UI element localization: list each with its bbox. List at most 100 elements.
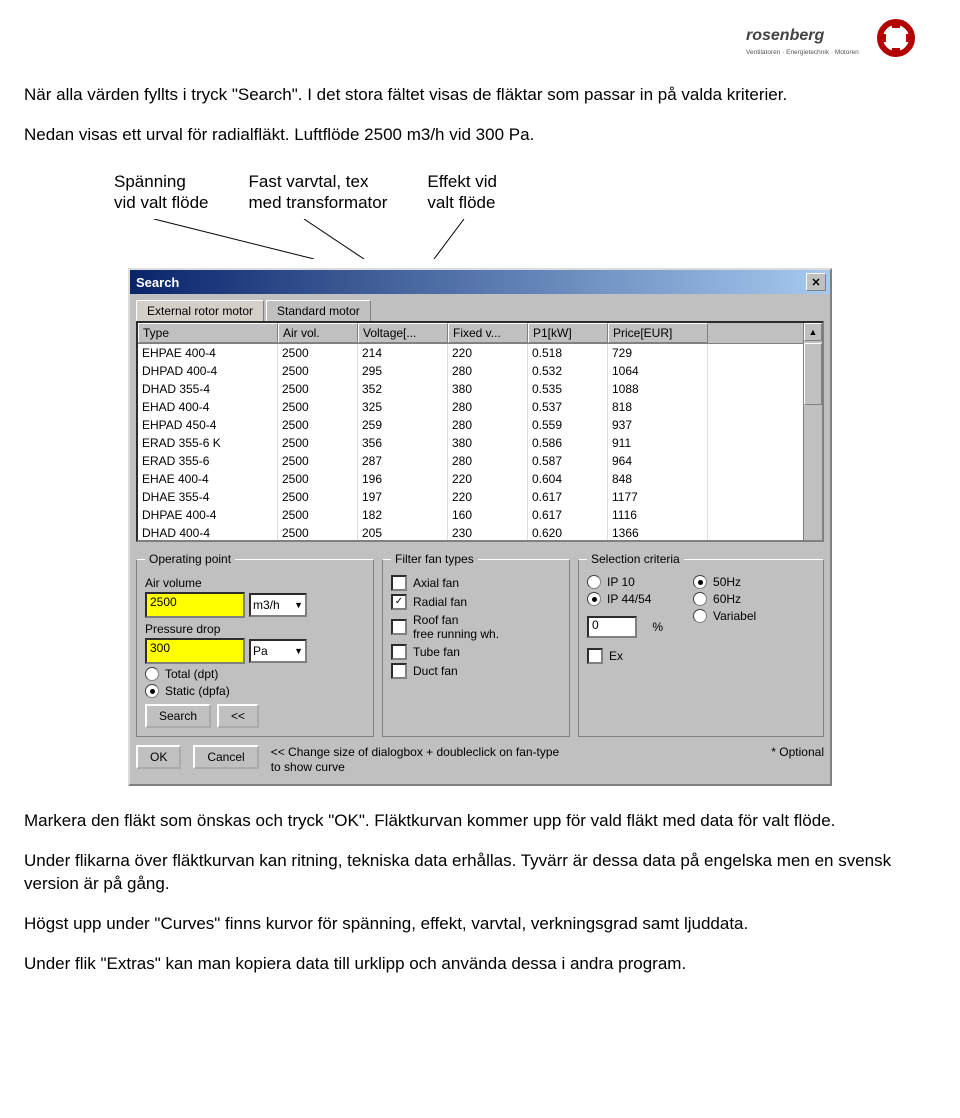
table-cell: 380 <box>448 380 528 398</box>
grid-header-row: Type Air vol. Voltage[... Fixed v... P1[… <box>138 323 803 344</box>
grid-scrollbar[interactable]: ▲ <box>803 323 822 540</box>
percent-input[interactable]: 0 <box>587 616 637 638</box>
scroll-thumb[interactable] <box>804 343 822 405</box>
table-cell: ERAD 355-6 K <box>138 434 278 452</box>
table-cell: 0.586 <box>528 434 608 452</box>
pressure-input[interactable]: 300 <box>145 638 245 664</box>
scroll-up-icon[interactable]: ▲ <box>804 323 822 341</box>
table-cell: 0.518 <box>528 344 608 362</box>
dialog-titlebar[interactable]: Search ✕ <box>130 270 830 294</box>
table-cell: 0.559 <box>528 416 608 434</box>
radio-ip10[interactable] <box>587 575 601 589</box>
table-row[interactable]: EHAD 400-425003252800.537818 <box>138 398 803 416</box>
table-cell: 0.617 <box>528 506 608 524</box>
chevron-down-icon: ▼ <box>294 646 303 656</box>
table-row[interactable]: DHPAE 400-425001821600.6171116 <box>138 506 803 524</box>
table-cell: 818 <box>608 398 708 416</box>
check-radial[interactable]: ✓ <box>391 594 407 610</box>
table-cell: 197 <box>358 488 448 506</box>
table-cell: EHAD 400-4 <box>138 398 278 416</box>
table-cell: 1116 <box>608 506 708 524</box>
table-cell: 230 <box>448 524 528 540</box>
radio-static[interactable] <box>145 684 159 698</box>
table-cell: 325 <box>358 398 448 416</box>
close-icon[interactable]: ✕ <box>806 273 826 291</box>
airvol-unit-select[interactable]: m3/h▼ <box>249 593 307 617</box>
pressure-unit-select[interactable]: Pa▼ <box>249 639 307 663</box>
table-cell: DHAD 355-4 <box>138 380 278 398</box>
table-cell: 1177 <box>608 488 708 506</box>
col-price[interactable]: Price[EUR] <box>608 323 708 343</box>
brand-text: rosenberg <box>746 27 824 44</box>
table-cell: 2500 <box>278 524 358 540</box>
table-cell: 214 <box>358 344 448 362</box>
pointer-labels: Spänningvid valt flöde Fast varvtal, tex… <box>114 171 936 214</box>
radio-ip44[interactable] <box>587 592 601 606</box>
table-cell: 1088 <box>608 380 708 398</box>
table-cell: 1064 <box>608 362 708 380</box>
table-cell: 2500 <box>278 452 358 470</box>
check-axial[interactable] <box>391 575 407 591</box>
table-cell: DHPAD 400-4 <box>138 362 278 380</box>
brand-logo: rosenberg Ventilatoren · Energietechnik … <box>24 18 936 67</box>
table-cell: 2500 <box>278 434 358 452</box>
out-text-2: Under flikarna över fläktkurvan kan ritn… <box>24 850 936 896</box>
search-button[interactable]: Search <box>145 704 211 728</box>
hint-text: << Change size of dialogbox + doubleclic… <box>271 745 560 774</box>
radio-50hz[interactable] <box>693 575 707 589</box>
table-cell: 729 <box>608 344 708 362</box>
check-tube[interactable] <box>391 644 407 660</box>
check-roof[interactable] <box>391 619 407 635</box>
tab-standard-motor[interactable]: Standard motor <box>266 300 371 321</box>
check-ex[interactable] <box>587 648 603 664</box>
table-row[interactable]: DHAE 355-425001972200.6171177 <box>138 488 803 506</box>
tab-external-rotor[interactable]: External rotor motor <box>136 300 264 321</box>
col-fixed[interactable]: Fixed v... <box>448 323 528 343</box>
table-cell: 295 <box>358 362 448 380</box>
table-cell: 287 <box>358 452 448 470</box>
table-cell: 1366 <box>608 524 708 540</box>
radio-60hz[interactable] <box>693 592 707 606</box>
table-cell: 220 <box>448 344 528 362</box>
cancel-button[interactable]: Cancel <box>193 745 258 769</box>
table-cell: 0.532 <box>528 362 608 380</box>
table-row[interactable]: DHAD 355-425003523800.5351088 <box>138 380 803 398</box>
table-cell: 380 <box>448 434 528 452</box>
table-row[interactable]: ERAD 355-625002872800.587964 <box>138 452 803 470</box>
table-cell: EHPAE 400-4 <box>138 344 278 362</box>
operating-point-group: Operating point Air volume 2500 m3/h▼ Pr… <box>136 552 374 737</box>
ok-button[interactable]: OK <box>136 745 181 769</box>
table-row[interactable]: EHPAD 450-425002592800.559937 <box>138 416 803 434</box>
pointer-lines <box>114 219 936 264</box>
airvol-input[interactable]: 2500 <box>145 592 245 618</box>
col-airvol[interactable]: Air vol. <box>278 323 358 343</box>
table-row[interactable]: ERAD 355-6 K25003563800.586911 <box>138 434 803 452</box>
table-row[interactable]: DHPAD 400-425002952800.5321064 <box>138 362 803 380</box>
table-row[interactable]: EHPAE 400-425002142200.518729 <box>138 344 803 362</box>
check-duct[interactable] <box>391 663 407 679</box>
table-cell: 911 <box>608 434 708 452</box>
table-cell: 280 <box>448 416 528 434</box>
table-cell: 182 <box>358 506 448 524</box>
col-p1[interactable]: P1[kW] <box>528 323 608 343</box>
radio-total[interactable] <box>145 667 159 681</box>
out-text-3: Högst upp under "Curves" finns kurvor fö… <box>24 913 936 936</box>
table-cell: 2500 <box>278 416 358 434</box>
svg-text:Ventilatoren · Energietechnik: Ventilatoren · Energietechnik · Motoren <box>746 49 859 56</box>
pressure-label: Pressure drop <box>145 622 365 636</box>
intro-text-1: När alla värden fyllts i tryck "Search".… <box>24 84 936 107</box>
table-cell: 937 <box>608 416 708 434</box>
table-cell: 356 <box>358 434 448 452</box>
table-cell: EHPAD 450-4 <box>138 416 278 434</box>
back-button[interactable]: << <box>217 704 259 728</box>
table-cell: 2500 <box>278 488 358 506</box>
radio-variabel[interactable] <box>693 609 707 623</box>
col-type[interactable]: Type <box>138 323 278 343</box>
table-cell: 259 <box>358 416 448 434</box>
table-row[interactable]: DHAD 400-425002052300.6201366 <box>138 524 803 540</box>
col-voltage[interactable]: Voltage[... <box>358 323 448 343</box>
table-cell: 2500 <box>278 380 358 398</box>
optional-label: * Optional <box>571 745 824 759</box>
table-row[interactable]: EHAE 400-425001962200.604848 <box>138 470 803 488</box>
table-cell: 2500 <box>278 362 358 380</box>
